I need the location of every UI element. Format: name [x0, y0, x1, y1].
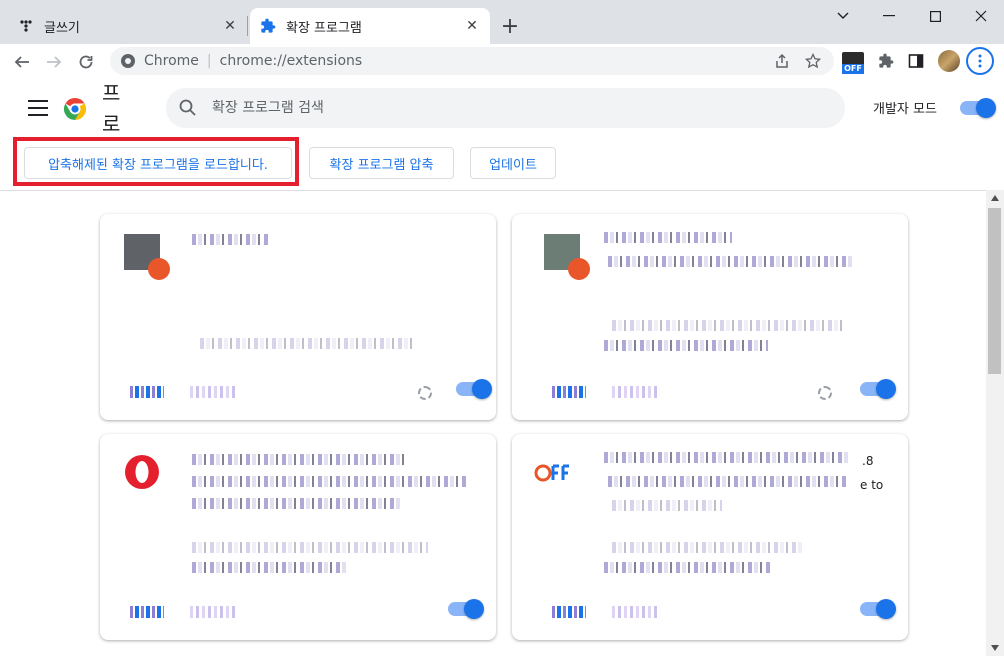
puzzle-icon — [260, 18, 276, 34]
chrome-site-icon — [120, 53, 136, 69]
bookmark-star-icon[interactable] — [803, 51, 823, 71]
url-separator: | — [206, 53, 212, 69]
page-title: 프 로 — [102, 78, 126, 140]
extension-toggle[interactable] — [860, 599, 896, 619]
minimize-button[interactable] — [866, 0, 912, 32]
details-link[interactable] — [552, 386, 586, 398]
extension-card — [512, 214, 908, 420]
details-link[interactable] — [130, 386, 164, 398]
new-tab-button[interactable]: + — [498, 14, 522, 39]
extension-off-icon[interactable]: OFF — [842, 52, 864, 74]
address-bar[interactable]: Chrome | chrome://extensions — [110, 47, 834, 75]
tab-strip: 글쓰기 ✕ 확장 프로그램 ✕ + — [0, 0, 1004, 44]
close-window-button[interactable] — [958, 0, 1004, 32]
extension-toggle[interactable] — [456, 379, 492, 399]
extensions-puzzle-icon[interactable] — [874, 49, 898, 73]
off-badge-label: OFF — [842, 64, 864, 74]
chrome-logo-icon — [63, 97, 87, 121]
tab-writing[interactable]: 글쓰기 ✕ — [8, 8, 248, 44]
tab-separator — [247, 16, 248, 36]
search-input[interactable] — [210, 99, 774, 117]
share-icon[interactable] — [772, 51, 792, 71]
extension-card: .8 e to — [512, 434, 908, 640]
remove-link[interactable] — [190, 606, 238, 618]
side-panel-icon[interactable] — [904, 49, 928, 73]
main-menu-icon[interactable] — [28, 100, 48, 116]
off-icon — [534, 458, 571, 494]
chrome-menu-button[interactable] — [966, 47, 994, 75]
forward-button[interactable] — [40, 48, 68, 76]
reload-extension-icon[interactable] — [818, 386, 832, 400]
close-icon[interactable]: ✕ — [464, 18, 480, 34]
extension-card — [100, 434, 496, 640]
description-fragment: .8 — [862, 454, 874, 468]
close-icon[interactable]: ✕ — [222, 18, 238, 34]
extension-toggle[interactable] — [448, 599, 484, 619]
extension-badge-icon — [568, 258, 590, 280]
maximize-button[interactable] — [912, 0, 958, 32]
page-title-char: 프 — [102, 81, 121, 105]
extensions-header: 프 로 개발자 모드 압축해제된 확장 프로그램을 로드합니다. 확장 프로그램… — [0, 78, 1004, 191]
details-link[interactable] — [130, 606, 164, 618]
extension-toggle[interactable] — [860, 379, 896, 399]
page-title-char: 로 — [102, 112, 121, 136]
extensions-page: 프 로 개발자 모드 압축해제된 확장 프로그램을 로드합니다. 확장 프로그램… — [0, 78, 1004, 656]
extension-card — [100, 214, 496, 420]
highlight-box — [13, 137, 299, 186]
reload-button[interactable] — [72, 48, 100, 76]
tab-search-icon[interactable] — [820, 0, 866, 32]
tab-extensions[interactable]: 확장 프로그램 ✕ — [250, 8, 490, 44]
search-icon — [178, 98, 198, 118]
writing-app-icon — [18, 18, 34, 34]
extension-badge-icon — [148, 258, 170, 280]
scrollbar-thumb[interactable] — [988, 208, 1001, 374]
back-button[interactable] — [8, 48, 36, 76]
pack-extension-button[interactable]: 확장 프로그램 압축 — [309, 147, 454, 179]
tab-label: 확장 프로그램 — [286, 20, 362, 36]
remove-link[interactable] — [612, 386, 660, 398]
page-scrollbar[interactable] — [986, 190, 1004, 656]
search-box[interactable] — [166, 88, 845, 128]
profile-avatar[interactable] — [938, 50, 960, 72]
url-text: chrome://extensions — [219, 53, 363, 69]
opera-icon — [124, 454, 160, 490]
remove-link[interactable] — [612, 606, 660, 618]
dev-mode-toggle[interactable] — [960, 98, 996, 118]
site-label: Chrome — [144, 53, 199, 69]
remove-link[interactable] — [190, 386, 238, 398]
description-fragment: e to — [860, 478, 884, 492]
reload-extension-icon[interactable] — [418, 386, 432, 400]
dev-mode-label: 개발자 모드 — [873, 102, 937, 117]
update-button[interactable]: 업데이트 — [470, 147, 556, 179]
tab-label: 글쓰기 — [44, 20, 80, 36]
details-link[interactable] — [552, 606, 586, 618]
